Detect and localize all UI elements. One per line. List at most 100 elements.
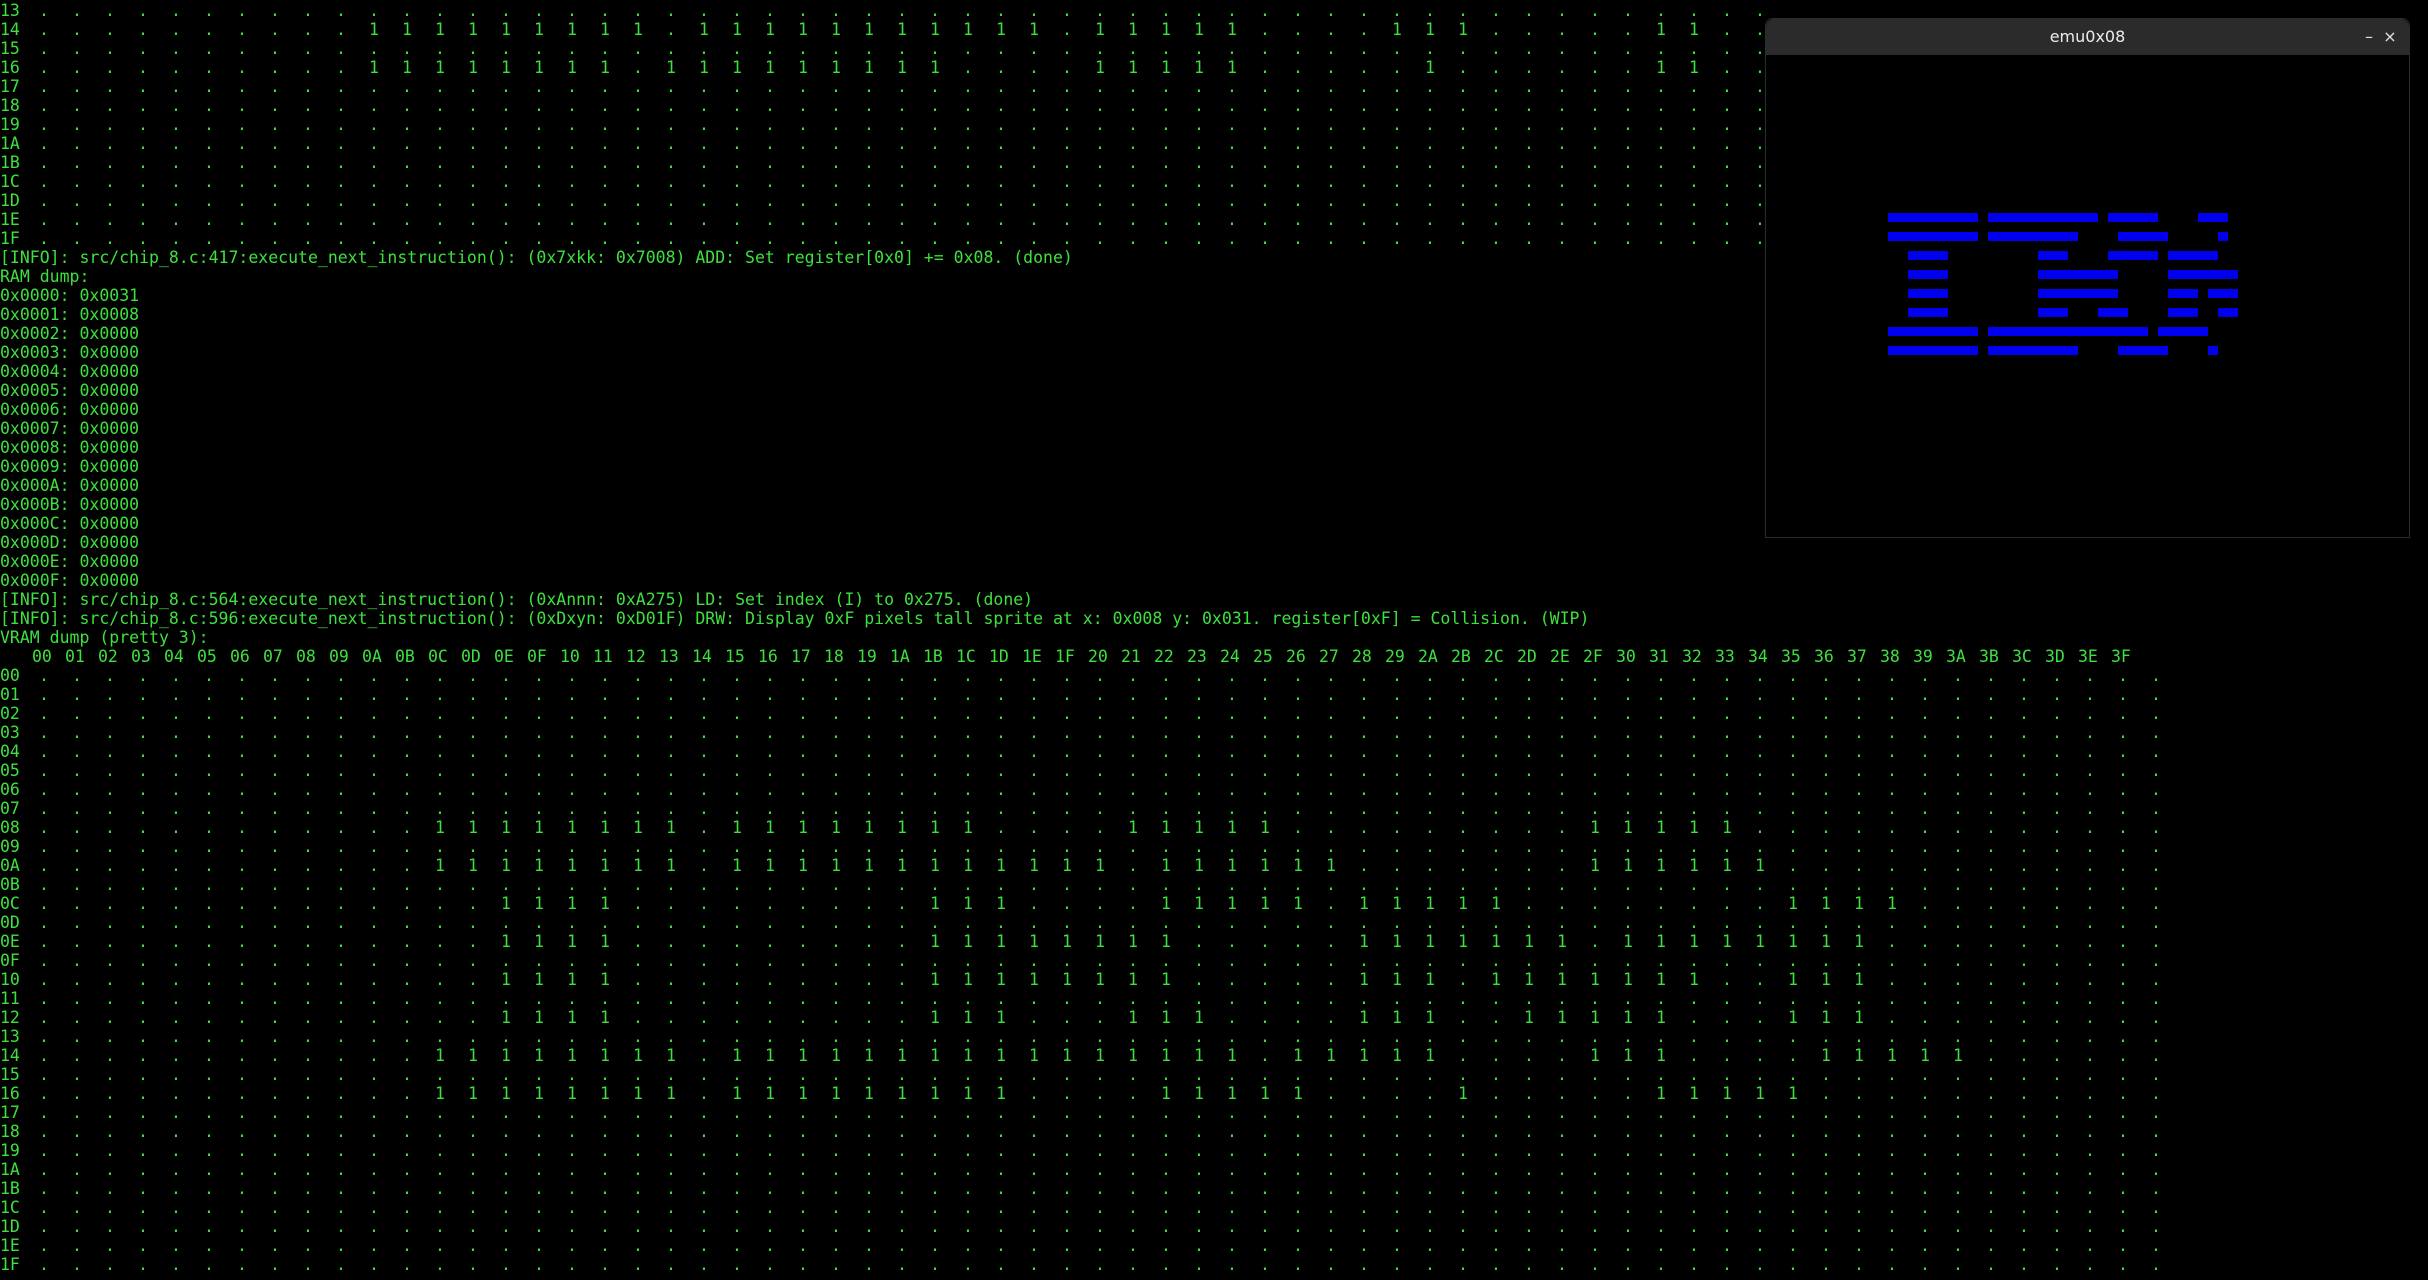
pixel-off: . [1425, 1160, 1435, 1179]
pixel-off: . [303, 1103, 313, 1122]
pixel-off: . [72, 134, 82, 153]
pixel-off: . [1689, 1, 1699, 20]
pixel-off: . [732, 229, 742, 248]
pixel-off: . [996, 742, 1006, 761]
pixel-off: . [369, 1236, 379, 1255]
pixel-off: . [1920, 1027, 1930, 1046]
pixel-off: . [798, 1198, 808, 1217]
pixel-off: . [1293, 1, 1303, 20]
pixel-off: . [2052, 1008, 2062, 1027]
pixel-off: . [1491, 1, 1501, 20]
pixel-off: . [501, 134, 511, 153]
grid-row: 1D......................................… [0, 1217, 2161, 1236]
pixel-off: . [1623, 1160, 1633, 1179]
pixel-off: . [1425, 1027, 1435, 1046]
pixel-off: . [666, 723, 676, 742]
pixel-off: . [864, 761, 874, 780]
pixel-off: . [1557, 951, 1567, 970]
pixel-off: . [171, 1046, 181, 1065]
pixel-off: . [72, 77, 82, 96]
pixel-on: 1 [567, 1046, 577, 1065]
framebuffer-pixel [2138, 232, 2148, 241]
pixel-off: . [1953, 970, 1963, 989]
pixel-off: . [369, 704, 379, 723]
pixel-off: . [831, 1217, 841, 1236]
pixel-on: 1 [699, 20, 709, 39]
pixel-off: . [1623, 191, 1633, 210]
pixel-off: . [2151, 685, 2161, 704]
pixel-off: . [72, 39, 82, 58]
log-line: 0x0001: 0x0008 [0, 305, 140, 324]
pixel-off: . [1920, 932, 1930, 951]
close-button[interactable]: × [2378, 25, 2402, 49]
pixel-off: . [963, 229, 973, 248]
pixel-on: 1 [501, 1084, 511, 1103]
pixel-off: . [1920, 723, 1930, 742]
pixel-off: . [1194, 780, 1204, 799]
pixel-off: . [1557, 58, 1567, 77]
pixel-off: . [435, 837, 445, 856]
pixel-off: . [1062, 704, 1072, 723]
pixel-off: . [1887, 1236, 1897, 1255]
pixel-off: . [1920, 1141, 1930, 1160]
pixel-off: . [1095, 1027, 1105, 1046]
pixel-off: . [1227, 761, 1237, 780]
pixel-on: 1 [633, 20, 643, 39]
pixel-off: . [1095, 1179, 1105, 1198]
pixel-off: . [1920, 1179, 1930, 1198]
pixel-off: . [336, 134, 346, 153]
emulator-window[interactable]: emu0x08 – × [1765, 18, 2410, 538]
pixel-off: . [1524, 1, 1534, 20]
pixel-off: . [699, 1027, 709, 1046]
pixel-off: . [138, 704, 148, 723]
pixel-off: . [1491, 837, 1501, 856]
pixel-off: . [831, 875, 841, 894]
pixel-off: . [1392, 685, 1402, 704]
pixel-off: . [864, 875, 874, 894]
framebuffer-pixel [2168, 308, 2178, 317]
pixel-off: . [1095, 913, 1105, 932]
pixel-off: . [1854, 1065, 1864, 1084]
pixel-off: . [1293, 742, 1303, 761]
pixel-off: . [303, 818, 313, 837]
pixel-off: . [1623, 77, 1633, 96]
pixel-off: . [897, 685, 907, 704]
pixel-off: . [1458, 799, 1468, 818]
pixel-off: . [1953, 1122, 1963, 1141]
framebuffer-pixel [2148, 232, 2158, 241]
pixel-off: . [1986, 837, 1996, 856]
pixel-off: . [996, 875, 1006, 894]
pixel-off: . [435, 704, 445, 723]
pixel-off: . [600, 77, 610, 96]
pixel-on: 1 [1788, 1084, 1798, 1103]
pixel-off: . [897, 1255, 907, 1274]
pixel-off: . [864, 134, 874, 153]
pixel-off: . [534, 1179, 544, 1198]
pixel-off: . [864, 77, 874, 96]
pixel-off: . [138, 1084, 148, 1103]
pixel-off: . [1095, 1084, 1105, 1103]
pixel-off: . [204, 1141, 214, 1160]
pixel-off: . [1986, 742, 1996, 761]
pixel-off: . [1887, 970, 1897, 989]
pixel-off: . [1623, 1255, 1633, 1274]
pixel-off: . [1920, 951, 1930, 970]
pixel-off: . [501, 685, 511, 704]
pixel-off: . [138, 742, 148, 761]
pixel-off: . [1161, 134, 1171, 153]
grid-row: 1A......................................… [0, 1160, 2161, 1179]
framebuffer-pixel [2018, 327, 2028, 336]
window-titlebar[interactable]: emu0x08 – × [1766, 19, 2409, 55]
pixel-off: . [303, 685, 313, 704]
pixel-off: . [369, 685, 379, 704]
pixel-off: . [1788, 989, 1798, 1008]
pixel-off: . [435, 1008, 445, 1027]
framebuffer-pixel [2198, 251, 2208, 260]
pixel-off: . [567, 1122, 577, 1141]
pixel-off: . [798, 77, 808, 96]
pixel-off: . [1986, 685, 1996, 704]
pixel-off: . [1953, 1255, 1963, 1274]
grid-row: 18......................................… [0, 1122, 2161, 1141]
log-line: 0x0000: 0x0031 [0, 286, 140, 305]
framebuffer-pixel [1998, 327, 2008, 336]
